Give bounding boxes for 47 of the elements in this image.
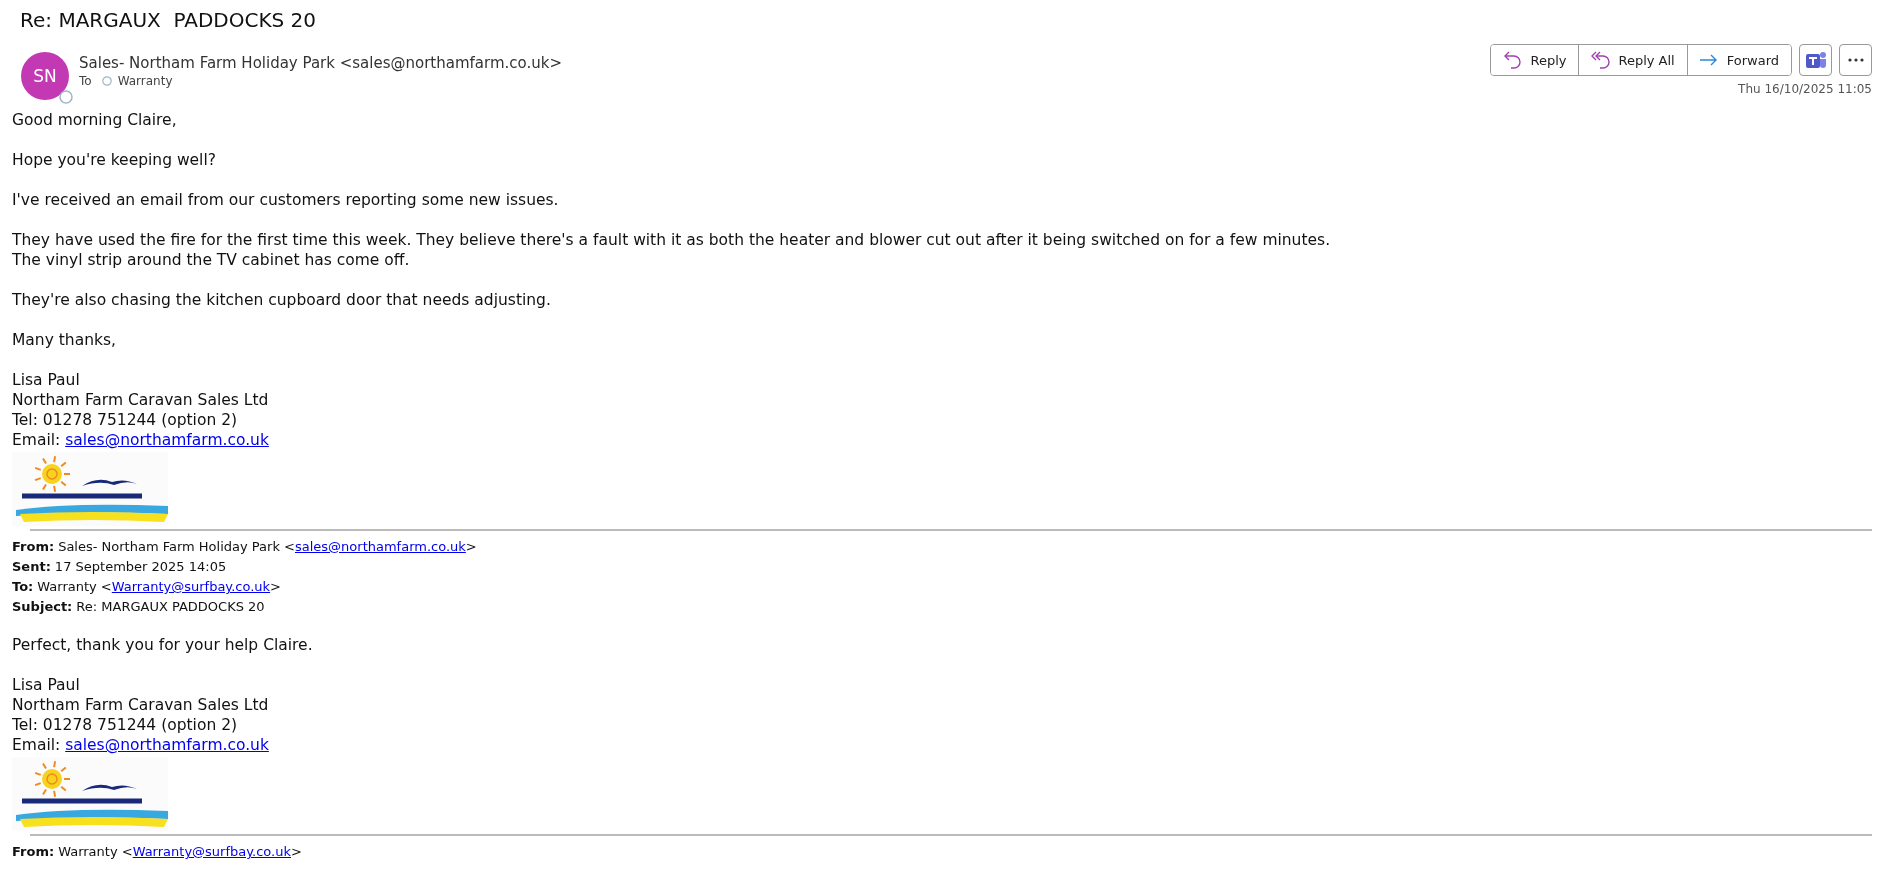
email-subject: Re: MARGAUX PADDOCKS 20 xyxy=(19,8,318,34)
reply-all-icon xyxy=(1589,50,1611,70)
body-text: Tel: 01278 751244 (option 2) xyxy=(12,715,239,735)
header-value: > xyxy=(290,844,302,859)
body-text: Many thanks, xyxy=(12,330,117,350)
email-link[interactable]: sales@northamfarm.co.uk xyxy=(65,431,269,449)
body-text: Lisa Paul xyxy=(12,370,81,390)
body-text: Northam Farm Caravan Sales Ltd xyxy=(12,390,270,410)
body-text: They have used the fire for the first time this week. They believe there's a fault with it as both the heater and blower cut out after it being switched on for a few minutes. xyxy=(12,230,1332,250)
body-text: They're also chasing the kitchen cupboard door that needs adjusting. xyxy=(12,290,552,310)
header-label: From: xyxy=(12,844,55,859)
body-text: Perfect, thank you for your help Claire. xyxy=(12,635,314,655)
teams-button[interactable] xyxy=(1799,44,1832,76)
header-value: > xyxy=(270,579,281,594)
header-value: Re: MARGAUX PADDOCKS 20 xyxy=(76,599,265,614)
to-label: To xyxy=(79,74,92,88)
body-text: The vinyl strip around the TV cabinet has come off. xyxy=(12,250,411,270)
email-label: Email: xyxy=(12,736,62,754)
email-link[interactable]: Warranty@surfbay.co.uk xyxy=(111,579,271,594)
header-label: Subject: xyxy=(12,599,73,614)
more-button[interactable] xyxy=(1839,44,1872,76)
body-text: I've received an email from our customers reporting some new issues. xyxy=(12,190,560,210)
body-text: Northam Farm Caravan Sales Ltd xyxy=(12,695,270,715)
email-link[interactable]: sales@northamfarm.co.uk xyxy=(65,736,269,754)
reply-button[interactable]: Reply xyxy=(1491,45,1580,75)
body-text: Tel: 01278 751244 (option 2) xyxy=(12,410,239,430)
sent-date: Thu 16/10/2025 11:05 xyxy=(1738,82,1872,96)
body-text: Good morning Claire, xyxy=(12,110,178,130)
header-value: 17 September 2025 14:05 xyxy=(54,559,227,574)
recipient-name[interactable]: Warranty xyxy=(117,74,173,88)
more-icon xyxy=(1846,57,1865,63)
header-value: Warranty < xyxy=(58,844,133,859)
header-value: Warranty < xyxy=(37,579,112,594)
body-text: Lisa Paul xyxy=(12,675,81,695)
teams-icon xyxy=(1804,50,1827,70)
presence-icon xyxy=(101,76,112,86)
header-label: From: xyxy=(12,539,55,554)
sender-name[interactable]: Sales- Northam Farm Holiday Park <sales@northamfarm.co.uk> xyxy=(79,54,1491,72)
email-link[interactable]: Warranty@surfbay.co.uk xyxy=(132,844,291,859)
header-value: > xyxy=(465,539,477,554)
body-text: Hope you're keeping well? xyxy=(12,150,217,170)
email-link[interactable]: sales@northamfarm.co.uk xyxy=(294,539,466,554)
header-label: Sent: xyxy=(12,559,51,574)
presence-icon xyxy=(59,90,73,104)
header-value: Sales- Northam Farm Holiday Park < xyxy=(58,539,295,554)
header-label: To: xyxy=(12,579,34,594)
email-label: Email: xyxy=(12,431,62,449)
